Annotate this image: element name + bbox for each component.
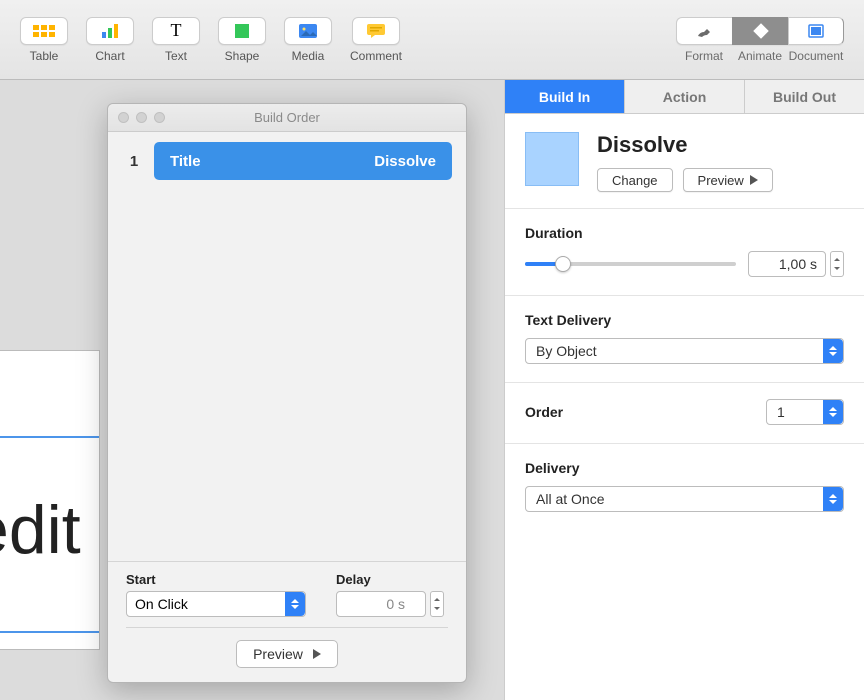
effect-header: Dissolve Change Preview: [505, 114, 864, 209]
toolbar-table-button[interactable]: Table: [20, 17, 68, 63]
table-icon: [33, 25, 55, 37]
comment-icon: [367, 24, 385, 38]
order-label: Order: [525, 404, 563, 420]
toolbar-comment-button[interactable]: Comment: [350, 17, 402, 63]
order-section: Order 1: [505, 383, 864, 444]
build-item-name: Title: [170, 153, 201, 170]
order-value: 1: [777, 404, 785, 420]
delivery-value: All at Once: [536, 491, 604, 507]
toolbar-animate-button[interactable]: Animate: [732, 17, 788, 63]
delivery-select[interactable]: All at Once: [525, 486, 844, 512]
slide-text: edit: [0, 491, 81, 569]
close-icon[interactable]: [118, 112, 129, 123]
chart-icon: [102, 24, 118, 38]
start-value: On Click: [135, 596, 188, 612]
build-item-index: 1: [122, 153, 146, 170]
build-order-list[interactable]: 1 Title Dissolve: [108, 132, 466, 561]
duration-slider[interactable]: [525, 254, 736, 274]
toolbar-shape-label: Shape: [225, 49, 260, 63]
tab-action[interactable]: Action: [625, 80, 745, 113]
chevron-updown-icon: [823, 400, 843, 424]
chevron-updown-icon: [823, 339, 843, 363]
toolbar-text-button[interactable]: T Text: [152, 17, 200, 63]
text-delivery-value: By Object: [536, 343, 597, 359]
change-button[interactable]: Change: [597, 168, 673, 192]
delivery-section: Delivery All at Once: [505, 444, 864, 530]
toolbar-media-label: Media: [292, 49, 325, 63]
build-order-footer: Start On Click Delay 0 s Preview: [108, 561, 466, 682]
delay-value: 0 s: [386, 596, 405, 612]
toolbar-comment-label: Comment: [350, 49, 402, 63]
toolbar-format-label: Format: [685, 49, 723, 63]
text-delivery-label: Text Delivery: [525, 312, 844, 328]
main-toolbar: Table Chart T Text Shape Media Comment: [0, 0, 864, 80]
order-select[interactable]: 1: [766, 399, 844, 425]
delay-stepper[interactable]: [430, 591, 444, 617]
text-delivery-select[interactable]: By Object: [525, 338, 844, 364]
build-order-item[interactable]: 1 Title Dissolve: [122, 142, 452, 180]
tab-build-in[interactable]: Build In: [505, 80, 625, 113]
toolbar-text-label: Text: [165, 49, 187, 63]
chevron-updown-icon: [823, 487, 843, 511]
play-icon: [750, 175, 758, 185]
paintbrush-icon: [695, 23, 715, 39]
duration-value: 1,00 s: [779, 256, 817, 272]
toolbar-document-label: Document: [789, 49, 844, 63]
media-icon: [299, 24, 317, 38]
toolbar-format-button[interactable]: Format: [676, 17, 732, 63]
toolbar-table-label: Table: [30, 49, 59, 63]
toolbar-animate-label: Animate: [738, 49, 782, 63]
build-order-preview-button[interactable]: Preview: [236, 640, 338, 668]
toolbar-left-group: Table Chart T Text Shape Media Comment: [20, 17, 402, 63]
text-delivery-section: Text Delivery By Object: [505, 296, 864, 383]
duration-label: Duration: [525, 225, 844, 241]
toolbar-media-button[interactable]: Media: [284, 17, 332, 63]
minimize-icon[interactable]: [136, 112, 147, 123]
animate-inspector: Build In Action Build Out Dissolve Chang…: [504, 80, 864, 700]
toolbar-chart-label: Chart: [95, 49, 124, 63]
duration-stepper[interactable]: [830, 251, 844, 277]
toolbar-chart-button[interactable]: Chart: [86, 17, 134, 63]
tab-build-out[interactable]: Build Out: [745, 80, 864, 113]
chevron-updown-icon: [285, 592, 305, 616]
delivery-label: Delivery: [525, 460, 844, 476]
toolbar-right-group: Format Animate Document: [676, 17, 844, 63]
start-label: Start: [126, 572, 306, 587]
duration-field[interactable]: 1,00 s: [748, 251, 826, 277]
effect-name: Dissolve: [597, 132, 773, 158]
preview-button[interactable]: Preview: [683, 168, 773, 192]
effect-swatch: [525, 132, 579, 186]
build-order-titlebar[interactable]: Build Order: [108, 104, 466, 132]
toolbar-document-button[interactable]: Document: [788, 17, 844, 63]
duration-section: Duration 1,00 s: [505, 209, 864, 296]
zoom-icon[interactable]: [154, 112, 165, 123]
build-order-panel: Build Order 1 Title Dissolve Start On Cl…: [107, 103, 467, 683]
preview-label: Preview: [253, 646, 303, 662]
shape-icon: [235, 24, 249, 38]
toolbar-shape-button[interactable]: Shape: [218, 17, 266, 63]
text-icon: T: [171, 20, 182, 41]
slider-thumb[interactable]: [555, 256, 571, 272]
start-select[interactable]: On Click: [126, 591, 306, 617]
inspector-tabs: Build In Action Build Out: [505, 80, 864, 114]
slide-preview: edit: [0, 350, 100, 650]
play-icon: [313, 649, 321, 659]
delay-label: Delay: [336, 572, 444, 587]
build-item-effect: Dissolve: [374, 153, 436, 170]
document-icon: [808, 24, 824, 38]
diamond-icon: [752, 22, 770, 40]
delay-field[interactable]: 0 s: [336, 591, 426, 617]
